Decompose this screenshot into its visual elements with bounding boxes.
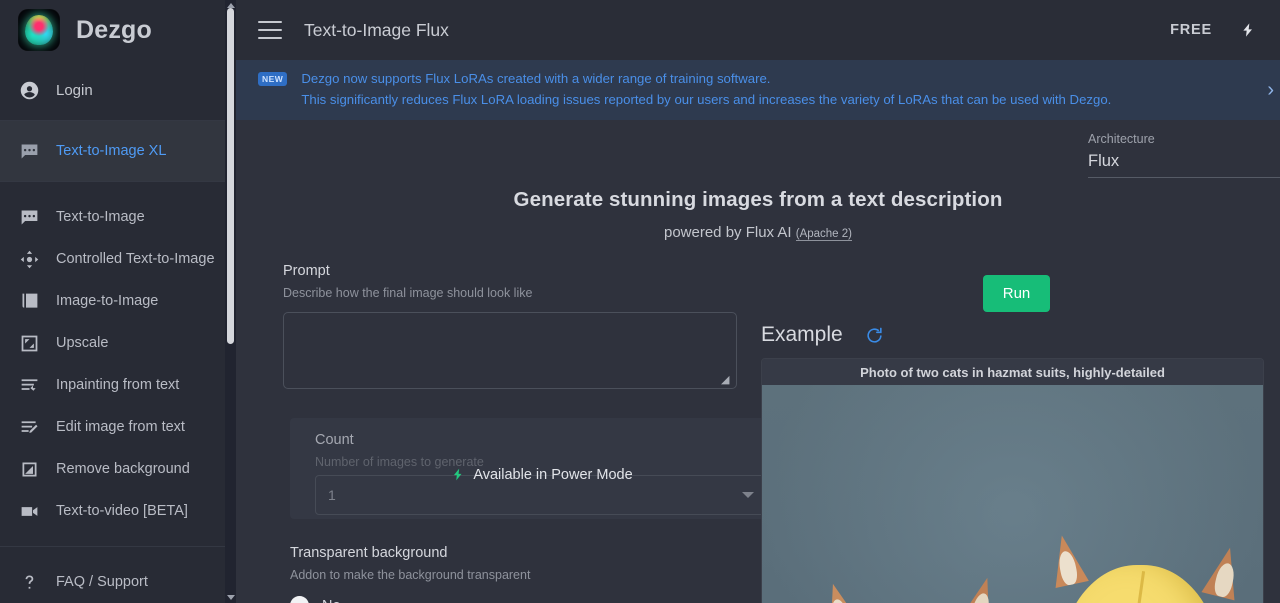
form-and-example-columns: Prompt Describe how the final image shou…	[236, 263, 1280, 603]
app-root: Dezgo Login Text-to-Image XL Text-to-Ima…	[0, 0, 1280, 603]
sidebar-item-faq-support[interactable]: FAQ / Support	[0, 561, 236, 603]
question-mark-icon	[18, 571, 40, 593]
architecture-value: Flux	[1088, 152, 1120, 170]
lightning-bolt-icon[interactable]	[1238, 18, 1258, 42]
example-caption: Photo of two cats in hazmat suits, highl…	[762, 359, 1263, 385]
sidebar-item-controlled-text-to-image-label: Controlled Text-to-Image	[56, 251, 215, 267]
announcement-banner: NEW Dezgo now supports Flux LoRAs create…	[236, 60, 1280, 120]
sidebar-item-text-to-image-xl[interactable]: Text-to-Image XL	[0, 121, 236, 181]
hamburger-menu-icon[interactable]	[258, 21, 282, 39]
sidebar-item-inpainting-from-text[interactable]: Inpainting from text	[0, 364, 236, 406]
sidebar-item-text-to-image-label: Text-to-Image	[56, 209, 145, 225]
main-area: Text-to-Image Flux FREE NEW Dezgo now su…	[236, 0, 1280, 603]
image-slash-icon	[18, 458, 40, 480]
example-card[interactable]: Photo of two cats in hazmat suits, highl…	[761, 358, 1264, 603]
control-pad-icon	[18, 248, 40, 270]
sidebar-item-controlled-text-to-image[interactable]: Controlled Text-to-Image	[0, 238, 236, 280]
count-label: Count	[315, 432, 354, 448]
count-select[interactable]: 1	[315, 475, 769, 515]
sidebar-item-text-to-video[interactable]: Text-to-video [BETA]	[0, 490, 236, 532]
account-circle-icon	[18, 79, 40, 101]
transparent-background-option-no[interactable]: No	[290, 596, 760, 603]
sidebar-item-image-to-image[interactable]: Image-to-Image	[0, 280, 236, 322]
announcement-line-1: Dezgo now supports Flux LoRAs created wi…	[301, 71, 771, 86]
video-camera-icon	[18, 500, 40, 522]
architecture-selector[interactable]: Architecture Flux	[1088, 132, 1280, 184]
architecture-underline	[1088, 177, 1280, 178]
prompt-description: Describe how the final image should look…	[283, 286, 533, 300]
prompt-label: Prompt	[283, 263, 330, 279]
sidebar-item-login[interactable]: Login	[0, 60, 236, 120]
dezgo-brain-logo-icon	[18, 9, 60, 51]
sidebar-item-upscale[interactable]: Upscale	[0, 322, 236, 364]
sidebar-item-remove-background-label: Remove background	[56, 461, 190, 477]
transparent-background-description: Addon to make the background transparent	[290, 568, 531, 582]
sidebar-item-login-label: Login	[56, 81, 93, 99]
page-title: Text-to-Image Flux	[304, 19, 449, 40]
image-stack-icon	[18, 290, 40, 312]
example-header: Example	[761, 323, 884, 347]
chat-bubble-icon	[18, 206, 40, 228]
example-title: Example	[761, 323, 843, 346]
announcement-text[interactable]: Dezgo now supports Flux LoRAs created wi…	[301, 68, 1111, 110]
count-description: Number of images to generate	[315, 455, 484, 469]
count-value: 1	[328, 487, 336, 503]
transparent-background-label: Transparent background	[290, 545, 448, 561]
sidebar-item-text-to-image-xl-label: Text-to-Image XL	[56, 143, 167, 159]
transparent-background-field: Transparent background Addon to make the…	[283, 545, 760, 603]
license-link[interactable]: (Apache 2)	[795, 228, 852, 241]
radio-icon[interactable]	[290, 596, 309, 603]
hero-title: Generate stunning images from a text des…	[513, 188, 1003, 211]
inpainting-lines-icon	[18, 374, 40, 396]
architecture-label: Architecture	[1088, 132, 1155, 146]
count-field: Count Number of images to generate 1 Ava…	[290, 418, 794, 519]
sidebar-item-edit-image-from-text[interactable]: Edit image from text	[0, 406, 236, 448]
sidebar-item-remove-background[interactable]: Remove background	[0, 448, 236, 490]
chat-bubble-icon	[18, 140, 40, 162]
sidebar-item-inpainting-from-text-label: Inpainting from text	[56, 377, 180, 393]
brand[interactable]: Dezgo	[0, 0, 236, 60]
example-image[interactable]	[762, 385, 1263, 603]
prompt-input[interactable]: ◢	[283, 312, 737, 389]
edit-lines-pencil-icon	[18, 416, 40, 438]
example-column: Run Example Photo of two cats in hazmat …	[760, 263, 1268, 603]
expand-corners-icon	[18, 332, 40, 354]
sidebar-scrollbar[interactable]	[225, 0, 236, 603]
sidebar-item-text-to-image[interactable]: Text-to-Image	[0, 196, 236, 238]
example-cat-left	[814, 555, 1006, 603]
sidebar-item-upscale-label: Upscale	[56, 335, 109, 351]
example-cat-right	[1032, 525, 1247, 603]
run-button[interactable]: Run	[983, 275, 1050, 312]
sidebar-item-faq-support-label: FAQ / Support	[56, 574, 148, 590]
sidebar-item-text-to-video-label: Text-to-video [BETA]	[56, 503, 188, 519]
sidebar-item-edit-image-from-text-label: Edit image from text	[56, 419, 185, 435]
content-area: Architecture Flux Generate stunning imag…	[236, 120, 1280, 603]
transparent-background-option-no-label: No	[322, 598, 341, 603]
new-badge: NEW	[258, 72, 288, 86]
refresh-icon[interactable]	[865, 326, 884, 345]
plan-badge: FREE	[1170, 22, 1212, 38]
hero-subtitle: powered by Flux AI (Apache 2)	[236, 224, 1280, 241]
hero-subtitle-text: powered by Flux AI	[663, 224, 792, 241]
announcement-line-2: This significantly reduces Flux LoRA loa…	[301, 92, 1112, 107]
sidebar-active-section: Text-to-Image XL	[0, 120, 236, 182]
scrollbar-down-arrow[interactable]	[225, 592, 236, 603]
brand-name: Dezgo	[76, 15, 152, 44]
form-column: Prompt Describe how the final image shou…	[248, 263, 794, 603]
sidebar-item-image-to-image-label: Image-to-Image	[56, 293, 159, 309]
scrollbar-thumb[interactable]	[227, 8, 234, 344]
chevron-down-icon	[742, 492, 754, 498]
sidebar: Dezgo Login Text-to-Image XL Text-to-Ima…	[0, 0, 236, 603]
resize-grip-icon[interactable]: ◢	[721, 374, 733, 386]
prompt-field: Prompt Describe how the final image shou…	[283, 263, 760, 389]
topbar: Text-to-Image Flux FREE	[236, 0, 1280, 60]
chevron-right-icon[interactable]: ›	[1267, 80, 1274, 100]
